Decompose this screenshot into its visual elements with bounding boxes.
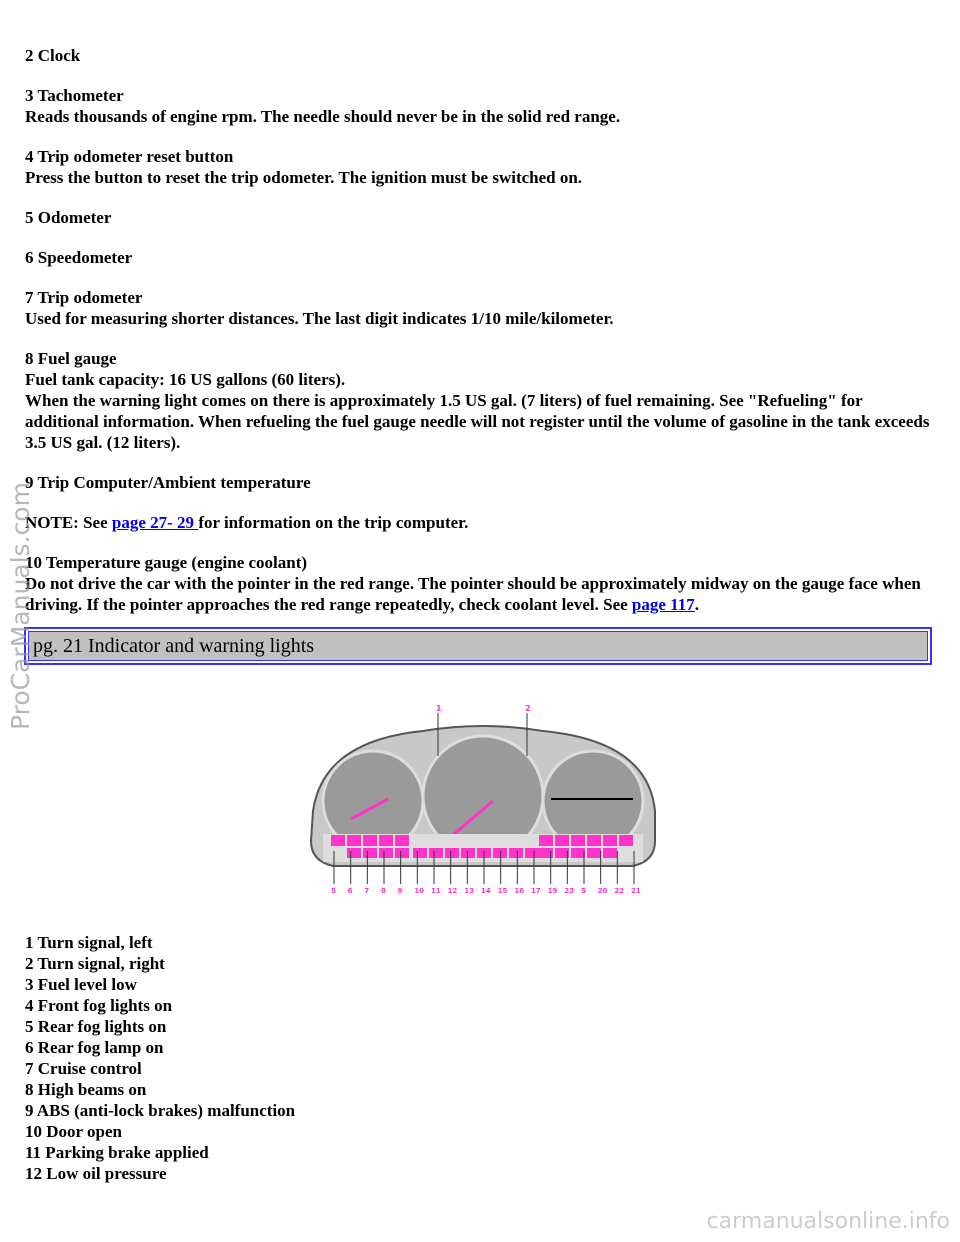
section-speedometer: 6 Speedometer: [25, 248, 133, 267]
list-item: 4 Front fog lights on: [25, 996, 173, 1015]
list-item: 5 Rear fog lights on: [25, 1017, 167, 1036]
callout-label: 22: [614, 887, 624, 895]
document-body: 2 Clock 3 Tachometer Reads thousands of e…: [24, 45, 940, 1184]
list-item: 10 Door open: [25, 1122, 122, 1141]
callout-label: 14: [481, 887, 491, 895]
indicator-list: 1 Turn signal, left 2 Turn signal, right…: [25, 932, 940, 1184]
list-item: 9 ABS (anti-lock brakes) malfunction: [25, 1101, 296, 1120]
list-item: 6 Rear fog lamp on: [25, 1038, 164, 1057]
watermark: ProCarManuals.com: [6, 482, 35, 730]
callout-label: 12: [448, 887, 458, 895]
list-item: 1 Turn signal, left: [25, 933, 153, 952]
callout-label: 17: [531, 887, 541, 895]
callout-label: 19: [548, 887, 558, 895]
callout-label: 9: [398, 887, 403, 895]
section-trip-odometer: 7 Trip odometer Used for measuring shorte…: [25, 288, 614, 328]
callout-label: 16: [514, 887, 524, 895]
callout-label: 11: [431, 887, 441, 895]
list-item: 11 Parking brake applied: [25, 1143, 209, 1162]
callout-label: 8: [381, 887, 386, 895]
list-item: 8 High beams on: [25, 1080, 147, 1099]
callout-label: 21: [631, 887, 641, 895]
section-fuel-gauge: 8 Fuel gauge Fuel tank capacity: 16 US ga…: [25, 349, 930, 452]
list-item: 7 Cruise control: [25, 1059, 142, 1078]
callout-label: 6: [348, 887, 353, 895]
section-odometer: 5 Odometer: [25, 208, 112, 227]
page-link-117[interactable]: page 117: [632, 595, 695, 614]
callout-label: 23: [564, 887, 574, 895]
list-item: 3 Fuel level low: [25, 975, 137, 994]
list-item: 2 Turn signal, right: [25, 954, 165, 973]
list-item: 12 Low oil pressure: [25, 1164, 167, 1183]
callout-label: 15: [498, 887, 508, 895]
section-temperature: 10 Temperature gauge (engine coolant) Do …: [25, 553, 921, 614]
callout-label: 5: [331, 887, 336, 895]
note: NOTE: See page 27- 29 for information on…: [25, 513, 469, 532]
section-clock: 2 Clock: [25, 46, 81, 65]
section-header: pg. 21 Indicator and warning lights: [24, 627, 932, 665]
callout-label: 5: [581, 887, 586, 895]
section-trip-reset: 4 Trip odometer reset button Press the bu…: [25, 147, 583, 187]
callout-label: 7: [364, 887, 369, 895]
instrument-cluster-diagram: 1 2 5 6 7 8 9 10 11 12 13 14 15 16 17 19 23 5 20 22 21: [309, 704, 656, 895]
footer-watermark: carmanualsonline.info: [706, 1209, 950, 1234]
callout-2: 2: [525, 704, 531, 713]
section-tachometer: 3 Tachometer Reads thousands of engine rp…: [25, 86, 621, 126]
callout-label: 20: [598, 887, 608, 895]
page-link-27-29[interactable]: page 27- 29: [112, 513, 198, 532]
callout-1: 1: [436, 704, 442, 713]
section-trip-computer: 9 Trip Computer/Ambient temperature: [25, 473, 311, 492]
callout-label: 10: [414, 887, 424, 895]
callout-label: 13: [464, 887, 474, 895]
